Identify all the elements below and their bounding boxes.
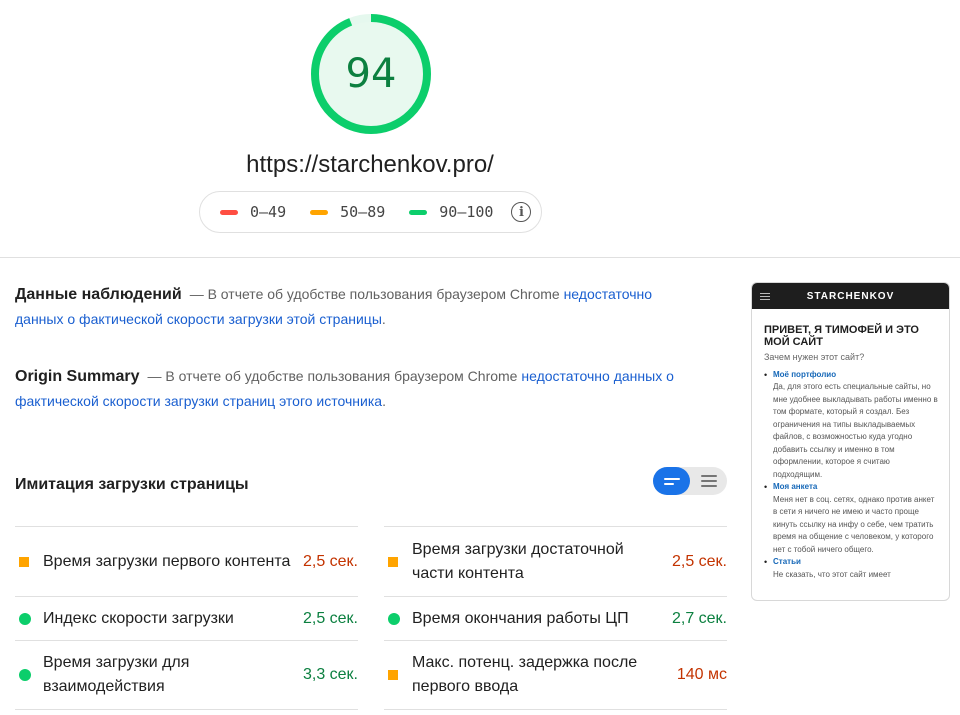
origin-summary-text: — В отчете об удобстве пользования брауз… bbox=[147, 368, 522, 384]
expanded-view-button[interactable] bbox=[690, 467, 727, 495]
field-data-text: — В отчете об удобстве пользования брауз… bbox=[189, 286, 564, 302]
legend-item-average: 50–89 bbox=[310, 203, 385, 221]
metric-value: 140 мс bbox=[676, 666, 727, 683]
score-legend: 0–49 50–89 90–100 i bbox=[199, 191, 542, 233]
preview-item-link: Моё портфолио bbox=[773, 369, 837, 379]
expanded-view-icon bbox=[700, 475, 717, 487]
audited-url: https://starchenkov.pro/ bbox=[246, 151, 494, 178]
legend-swatch-average bbox=[310, 209, 329, 215]
preview-body: ПРИВЕТ, Я ТИМОФЕЙ И ЭТО МОЙ САЙТ Зачем н… bbox=[752, 309, 949, 581]
legend-range-average: 50–89 bbox=[340, 203, 386, 221]
info-icon[interactable]: i bbox=[511, 202, 532, 222]
average-square-icon bbox=[388, 556, 398, 567]
metric-value: 2,5 сек. bbox=[671, 552, 727, 570]
good-circle-icon bbox=[19, 612, 31, 625]
compact-view-icon bbox=[663, 477, 680, 485]
preview-item-link: Моя анкета bbox=[773, 482, 818, 491]
legend-item-poor: 0–49 bbox=[220, 203, 286, 221]
good-circle-icon bbox=[388, 612, 400, 625]
metric-label: Макс. потенц. задержка после первого вво… bbox=[412, 654, 638, 695]
metric-first-meaningful-paint: Время загрузки достаточной части контент… bbox=[384, 526, 727, 596]
origin-summary-section: Origin Summary — В отчете об удобстве пол… bbox=[15, 364, 685, 414]
view-toggle bbox=[653, 467, 727, 495]
legend-swatch-good bbox=[409, 209, 428, 215]
metric-label: Время загрузки для взаимодействия bbox=[43, 654, 190, 695]
legend-item-good: 90–100 bbox=[409, 203, 493, 221]
field-data-section: Данные наблюдений — В отчете об удобстве … bbox=[15, 282, 685, 332]
preview-item-text: Да, для этого есть специальные сайты, но… bbox=[773, 382, 938, 479]
metric-first-cpu-idle: Время окончания работы ЦП 2,7 сек. bbox=[384, 596, 727, 640]
metric-time-to-interactive: Время загрузки для взаимодействия 3,3 се… bbox=[15, 640, 358, 710]
preview-heading: ПРИВЕТ, Я ТИМОФЕЙ И ЭТО МОЙ САЙТ bbox=[764, 324, 919, 348]
metric-speed-index: Индекс скорости загрузки 2,5 сек. bbox=[15, 596, 358, 640]
preview-item-text: Не сказать, что этот сайт имеет bbox=[773, 569, 891, 579]
preview-subheading: Зачем нужен этот сайт? bbox=[764, 352, 865, 362]
simulation-title: Имитация загрузки страницы bbox=[15, 476, 249, 493]
header-divider bbox=[0, 257, 960, 258]
origin-summary-tail: . bbox=[382, 393, 386, 409]
field-data-tail: . bbox=[381, 311, 386, 327]
metric-label: Время окончания работы ЦП bbox=[412, 609, 629, 627]
preview-header-bar: STARCHENKOV bbox=[752, 283, 949, 309]
hamburger-menu-icon bbox=[760, 293, 770, 302]
metric-label: Время загрузки первого контента bbox=[43, 552, 291, 570]
metric-first-contentful-paint: Время загрузки первого контента 2,5 сек. bbox=[15, 526, 358, 596]
average-square-icon bbox=[388, 670, 398, 680]
performance-score-gauge: 94 bbox=[310, 13, 432, 135]
average-square-icon bbox=[19, 556, 29, 567]
preview-list-item: • Статьи Не сказать, что этот сайт имеет bbox=[764, 556, 938, 581]
legend-range-good: 90–100 bbox=[439, 203, 494, 221]
preview-item-link: Статьи bbox=[773, 557, 801, 566]
legend-range-poor: 0–49 bbox=[250, 203, 287, 221]
good-circle-icon bbox=[19, 669, 31, 681]
metrics-grid: Время загрузки первого контента 2,5 сек.… bbox=[15, 526, 727, 710]
origin-summary-title: Origin Summary bbox=[15, 368, 140, 385]
metric-value: 2,5 сек. bbox=[302, 552, 358, 570]
field-data-title: Данные наблюдений bbox=[15, 286, 182, 303]
metric-value: 3,3 сек. bbox=[302, 666, 358, 683]
performance-score: 94 bbox=[345, 51, 397, 97]
metric-value: 2,5 сек. bbox=[302, 609, 358, 627]
compact-view-button[interactable] bbox=[653, 467, 690, 495]
preview-brand: STARCHENKOV bbox=[806, 290, 895, 302]
preview-list-item: • Моя анкета Меня нет в соц. сетях, одна… bbox=[764, 481, 938, 556]
metric-label: Время загрузки достаточной части контент… bbox=[412, 540, 624, 582]
page-screenshot-preview[interactable]: STARCHENKOV ПРИВЕТ, Я ТИМОФЕЙ И ЭТО МОЙ … bbox=[751, 282, 950, 601]
metric-max-potential-fid: Макс. потенц. задержка после первого вво… bbox=[384, 640, 727, 710]
bullet-icon: • bbox=[764, 369, 768, 380]
preview-item-text: Меня нет в соц. сетях, однако против анк… bbox=[773, 494, 935, 554]
legend-swatch-poor bbox=[220, 209, 238, 215]
bullet-icon: • bbox=[764, 482, 768, 492]
metric-label: Индекс скорости загрузки bbox=[43, 609, 234, 627]
metric-value: 2,7 сек. bbox=[671, 609, 727, 627]
bullet-icon: • bbox=[764, 557, 768, 567]
preview-list-item: • Моё портфолио Да, для этого есть специ… bbox=[764, 369, 938, 482]
